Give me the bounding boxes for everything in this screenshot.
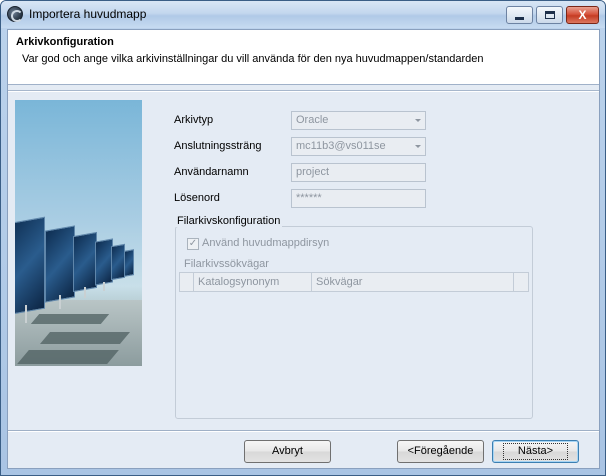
- chevron-down-icon: [415, 145, 421, 148]
- panel-shadow: [30, 314, 110, 324]
- solar-panel: [73, 231, 97, 293]
- file-archive-paths-table-body: [179, 292, 529, 414]
- next-button[interactable]: Nästa>: [492, 440, 579, 463]
- minimize-button[interactable]: [506, 6, 533, 24]
- use-root-dir-checkbox[interactable]: ✓: [187, 238, 199, 250]
- column-header-catalog-synonym[interactable]: Katalogsynonym: [194, 273, 312, 291]
- dialog-client-area: Arkivkonfiguration Var god och ange vilk…: [7, 29, 600, 469]
- import-dialog-window: Importera huvudmapp X Arkivkonfiguration…: [0, 0, 606, 476]
- close-button[interactable]: X: [566, 6, 599, 24]
- solar-panel: [45, 225, 75, 303]
- username-field[interactable]: project: [291, 163, 426, 182]
- cancel-button[interactable]: Avbryt: [244, 440, 331, 463]
- header-title: Arkivkonfiguration: [16, 36, 114, 48]
- row-header-cell: [180, 273, 194, 291]
- header-description: Var god och ange vilka arkivinställninga…: [22, 53, 484, 65]
- file-archive-group-title: Filarkivskonfiguration: [175, 215, 283, 227]
- password-value: ******: [296, 192, 322, 204]
- close-icon: X: [578, 8, 587, 22]
- use-root-dir-label: Använd huvudmappdirsyn: [202, 237, 330, 249]
- solar-panel: [15, 216, 45, 316]
- username-value: project: [296, 166, 330, 178]
- username-label: Användarnamn: [174, 166, 249, 178]
- connection-string-label: Anslutningssträng: [174, 140, 262, 152]
- chevron-down-icon: [415, 119, 421, 122]
- checkmark-icon: ✓: [188, 238, 198, 249]
- password-label: Lösenord: [174, 192, 220, 204]
- panel-pole: [59, 295, 61, 309]
- archive-type-select[interactable]: Oracle: [291, 111, 426, 130]
- file-archive-paths-table: Katalogsynonym Sökvägar: [179, 272, 529, 292]
- previous-button[interactable]: <Föregående: [397, 440, 484, 463]
- title-bar[interactable]: Importera huvudmapp X: [1, 1, 605, 28]
- header-divider: [8, 90, 599, 92]
- connection-string-value: mc11b3@vs011se: [296, 140, 386, 152]
- solar-panel: [111, 243, 125, 281]
- next-button-label: Nästa>: [502, 443, 569, 460]
- minimize-icon: [515, 16, 524, 20]
- archive-type-label: Arkivtyp: [174, 114, 214, 126]
- app-icon: [7, 6, 23, 22]
- file-archive-paths-label: Filarkivssökvägar: [184, 258, 269, 270]
- window-title: Importera huvudmapp: [29, 7, 147, 21]
- panel-shadow: [39, 332, 131, 344]
- panel-shadow: [17, 350, 119, 364]
- filler-header-cell: [514, 273, 528, 291]
- wizard-header: Arkivkonfiguration Var god och ange vilk…: [8, 30, 599, 85]
- panel-pole: [84, 287, 86, 298]
- solar-panel: [124, 249, 134, 277]
- column-header-paths[interactable]: Sökvägar: [312, 273, 514, 291]
- password-field[interactable]: ******: [291, 189, 426, 208]
- solar-panels-image: [15, 100, 142, 366]
- footer-divider: [8, 430, 599, 432]
- panel-pole: [103, 282, 105, 291]
- maximize-icon: [544, 11, 555, 19]
- maximize-button[interactable]: [536, 6, 563, 24]
- panel-pole: [25, 305, 27, 323]
- connection-string-select[interactable]: mc11b3@vs011se: [291, 137, 426, 156]
- archive-type-value: Oracle: [296, 114, 329, 126]
